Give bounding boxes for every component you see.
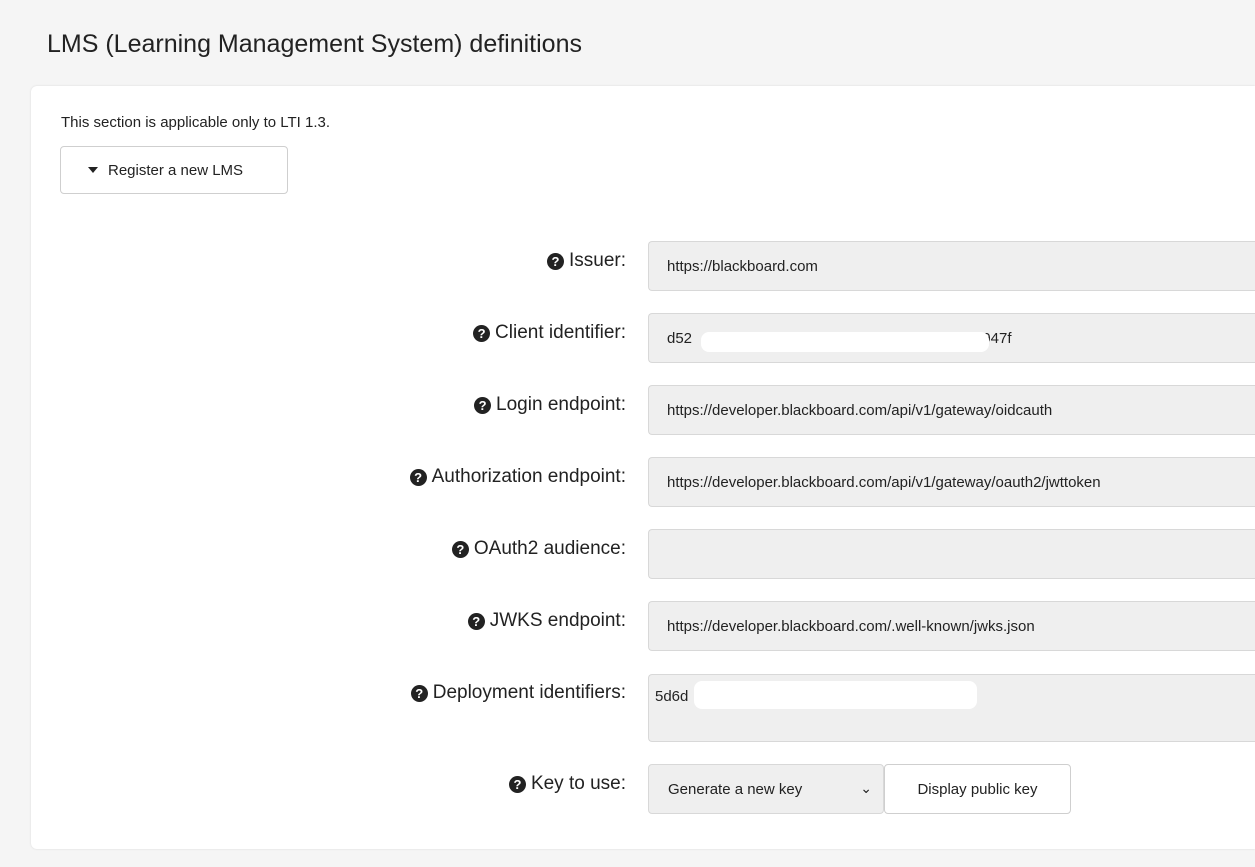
authorization-endpoint-field[interactable]: https://developer.blackboard.com/api/v1/… (648, 457, 1255, 507)
chevron-down-icon: ⌄ (860, 780, 872, 796)
question-circle-icon[interactable]: ? (508, 775, 526, 793)
client-id-label: ? Client identifier: (473, 322, 626, 344)
login-endpoint-value: https://developer.blackboard.com/api/v1/… (667, 401, 1053, 419)
deployment-ids-textarea[interactable]: 5d6d 273 (648, 674, 1255, 742)
oauth2-audience-field[interactable] (648, 529, 1255, 579)
authorization-endpoint-label: ? Authorization endpoint: (409, 466, 626, 488)
question-circle-icon[interactable]: ? (451, 540, 469, 558)
oauth2-audience-label-text: OAuth2 audience: (473, 538, 626, 559)
authorization-endpoint-label-text: Authorization endpoint: (431, 466, 626, 487)
register-lms-label: Register a new LMS (108, 161, 244, 179)
jwks-endpoint-label-text: JWKS endpoint: (489, 610, 626, 631)
jwks-endpoint-label: ? JWKS endpoint: (467, 610, 626, 632)
deployment-value-start: 5d6d (655, 688, 689, 705)
issuer-label: ? Issuer: (546, 250, 626, 272)
question-circle-icon[interactable]: ? (546, 252, 564, 270)
issuer-field[interactable]: https://blackboard.com (648, 241, 1255, 291)
client-id-label-text: Client identifier: (495, 322, 626, 343)
client-id-field[interactable]: d52 5947f (648, 313, 1255, 363)
authorization-endpoint-value: https://developer.blackboard.com/api/v1/… (667, 473, 1101, 491)
key-to-use-label: ? Key to use: (508, 773, 626, 795)
caret-down-icon (88, 167, 98, 173)
question-circle-icon[interactable]: ? (409, 468, 427, 486)
login-endpoint-label: ? Login endpoint: (474, 394, 626, 416)
display-public-key-button[interactable]: Display public key (884, 764, 1071, 814)
redaction-mask (701, 332, 989, 352)
oauth2-audience-label: ? OAuth2 audience: (451, 538, 626, 560)
deployment-ids-label-text: Deployment identifiers: (432, 682, 626, 703)
page-title: LMS (Learning Management System) definit… (47, 30, 582, 58)
register-lms-button[interactable]: Register a new LMS (60, 146, 288, 194)
client-id-value-start: d52 (667, 329, 693, 347)
key-to-use-label-text: Key to use: (530, 773, 626, 794)
display-public-key-label: Display public key (917, 780, 1038, 798)
jwks-endpoint-field[interactable]: https://developer.blackboard.com/.well-k… (648, 601, 1255, 651)
jwks-endpoint-value: https://developer.blackboard.com/.well-k… (667, 617, 1035, 635)
issuer-label-text: Issuer: (568, 250, 626, 271)
deployment-ids-label: ? Deployment identifiers: (410, 682, 626, 704)
question-circle-icon[interactable]: ? (410, 684, 428, 702)
question-circle-icon[interactable]: ? (474, 396, 492, 414)
applicability-note: This section is applicable only to LTI 1… (61, 114, 331, 131)
issuer-value: https://blackboard.com (667, 257, 818, 275)
login-endpoint-field[interactable]: https://developer.blackboard.com/api/v1/… (648, 385, 1255, 435)
login-endpoint-label-text: Login endpoint: (496, 394, 626, 415)
question-circle-icon[interactable]: ? (473, 324, 491, 342)
question-circle-icon[interactable]: ? (467, 612, 485, 630)
key-select[interactable]: Generate a new key ⌄ (648, 764, 884, 814)
redaction-mask (694, 681, 977, 709)
key-select-value: Generate a new key (668, 780, 803, 798)
